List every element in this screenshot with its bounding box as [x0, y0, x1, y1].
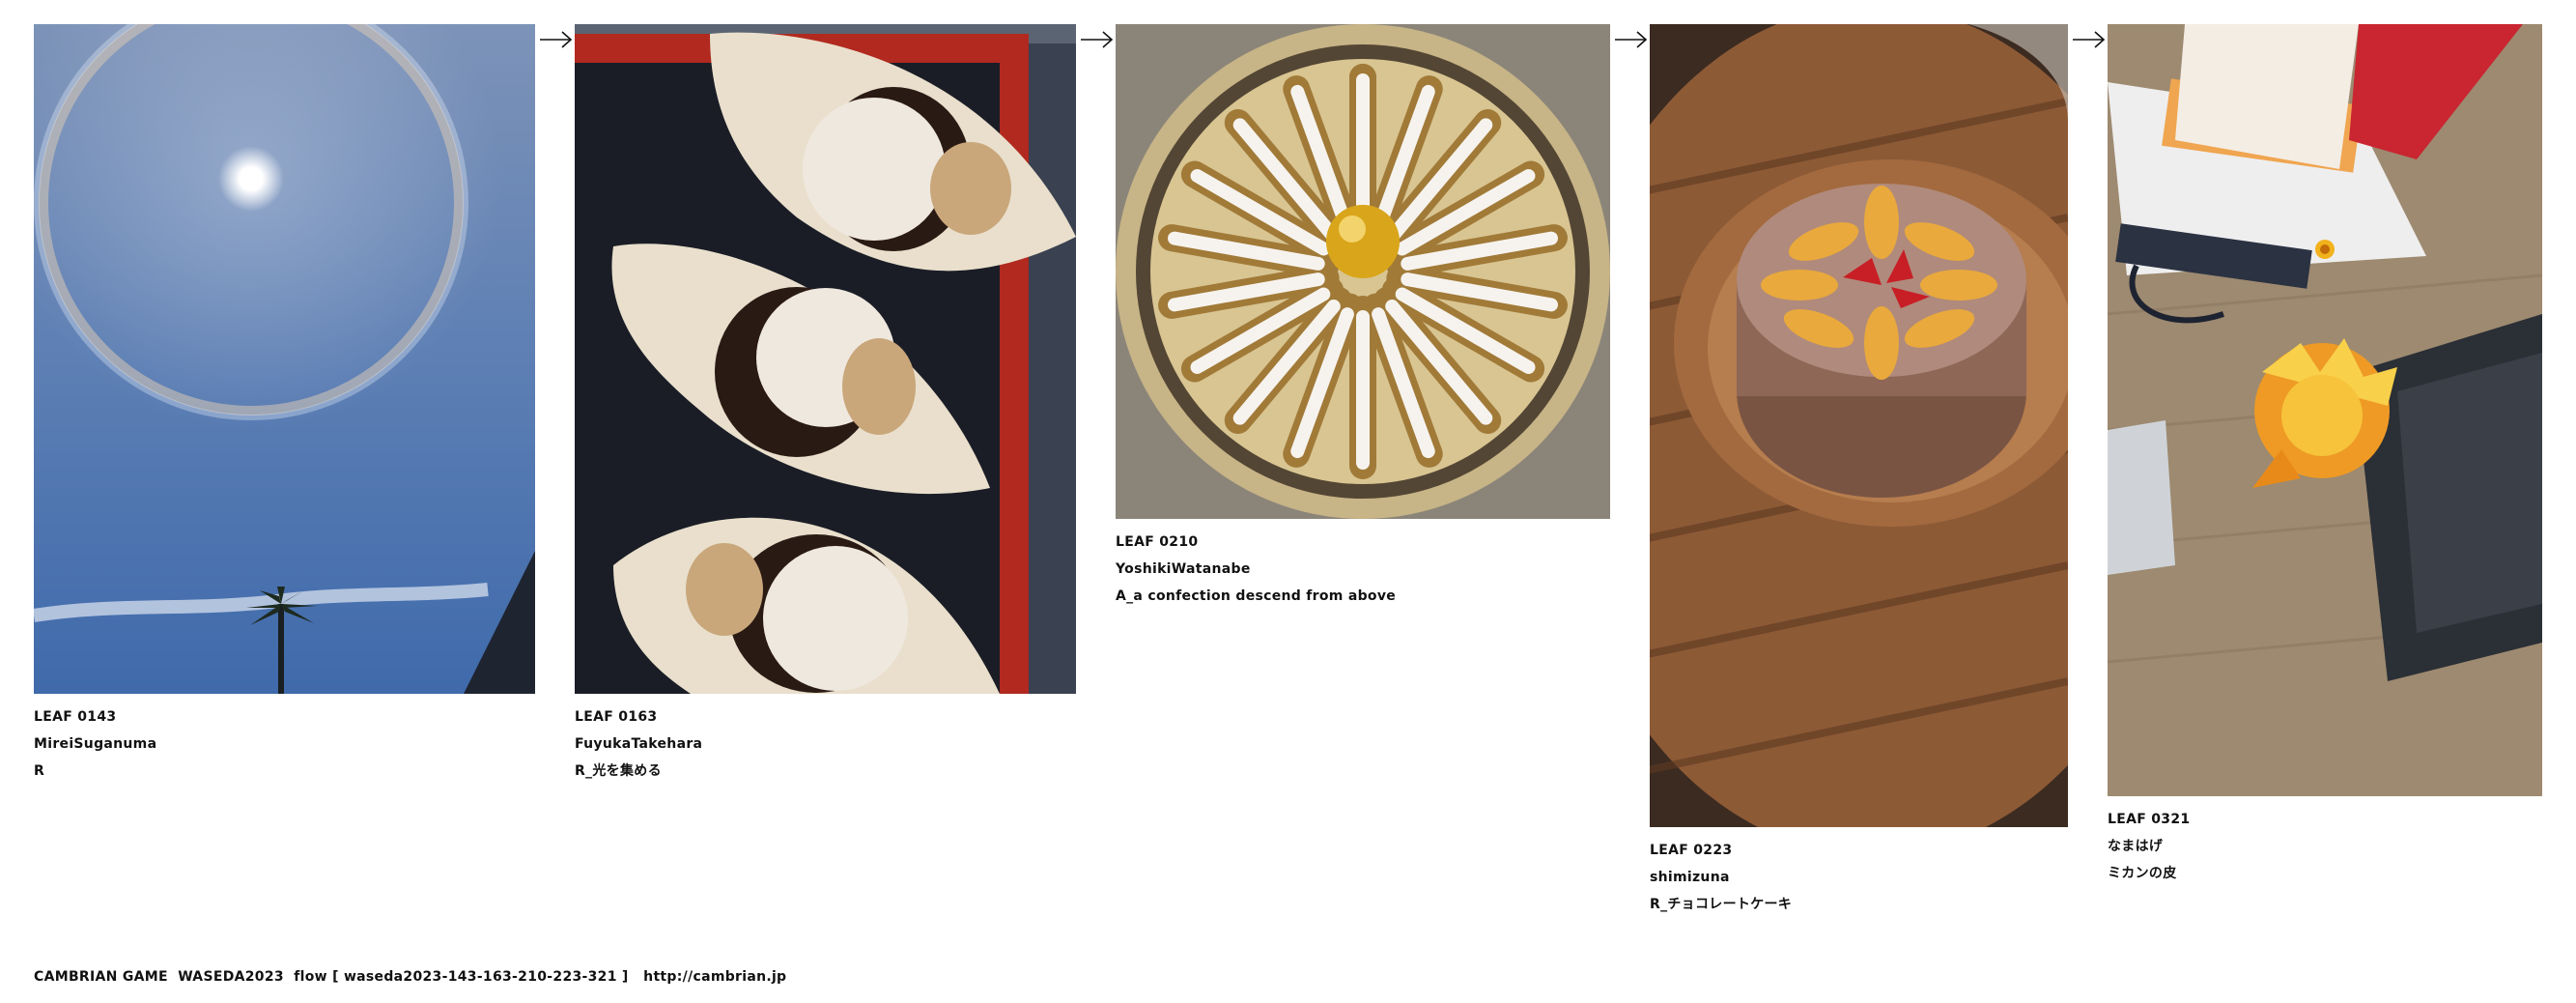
- leaf-card-0223[interactable]: LEAF 0223 shimizuna R_チョコレートケーキ: [1650, 24, 2068, 918]
- leaf-photo-chocolate-cake[interactable]: [1650, 24, 2068, 827]
- arrow-right-icon: [1614, 29, 1649, 50]
- chocolate-cake-image: [1650, 24, 2068, 827]
- flow-info-text: CAMBRIAN GAME WASEDA2023 flow [ waseda20…: [34, 969, 629, 985]
- leaf-title: R_光を集める: [575, 763, 662, 779]
- leaf-card-0321[interactable]: LEAF 0321 なまはげ ミカンの皮: [2108, 24, 2542, 887]
- leaf-author: shimizuna: [1650, 870, 1730, 885]
- leaf-id: LEAF 0143: [34, 709, 117, 725]
- leaf-card-0210[interactable]: LEAF 0210 YoshikiWatanabe A_a confection…: [1116, 24, 1610, 610]
- arrow-right-icon: [539, 29, 574, 50]
- leaf-author: YoshikiWatanabe: [1116, 561, 1251, 577]
- mikan-peel-image: [2108, 24, 2542, 796]
- leaf-photo-sun-halo[interactable]: [34, 24, 535, 694]
- wagashi-image: [575, 24, 1076, 694]
- leaf-id: LEAF 0163: [575, 709, 658, 725]
- leaf-id: LEAF 0321: [2108, 812, 2191, 827]
- footer: CAMBRIAN GAME WASEDA2023 flow [ waseda20…: [34, 969, 786, 985]
- sun-halo-image: [34, 24, 535, 694]
- leaf-id: LEAF 0210: [1116, 534, 1199, 550]
- leaf-photo-wagashi[interactable]: [575, 24, 1076, 694]
- leaf-title: ミカンの皮: [2108, 866, 2177, 881]
- leaf-photo-confection[interactable]: [1116, 24, 1610, 519]
- cambrian-link[interactable]: http://cambrian.jp: [643, 969, 786, 985]
- leaf-title: R: [34, 763, 45, 779]
- leaf-id: LEAF 0223: [1650, 843, 1733, 858]
- leaf-card-0143[interactable]: LEAF 0143 MireiSuganuma R: [34, 24, 535, 785]
- leaf-author: FuyukaTakehara: [575, 736, 703, 752]
- leaf-photo-mikan-peel[interactable]: [2108, 24, 2542, 796]
- leaf-card-0163[interactable]: LEAF 0163 FuyukaTakehara R_光を集める: [575, 24, 1076, 785]
- leaf-title: A_a confection descend from above: [1116, 588, 1397, 604]
- confection-image: [1116, 24, 1610, 519]
- leaf-title: R_チョコレートケーキ: [1650, 897, 1793, 912]
- leaf-author: MireiSuganuma: [34, 736, 157, 752]
- leaf-author: なまはげ: [2108, 839, 2164, 854]
- arrow-right-icon: [1080, 29, 1115, 50]
- arrow-right-icon: [2072, 29, 2107, 50]
